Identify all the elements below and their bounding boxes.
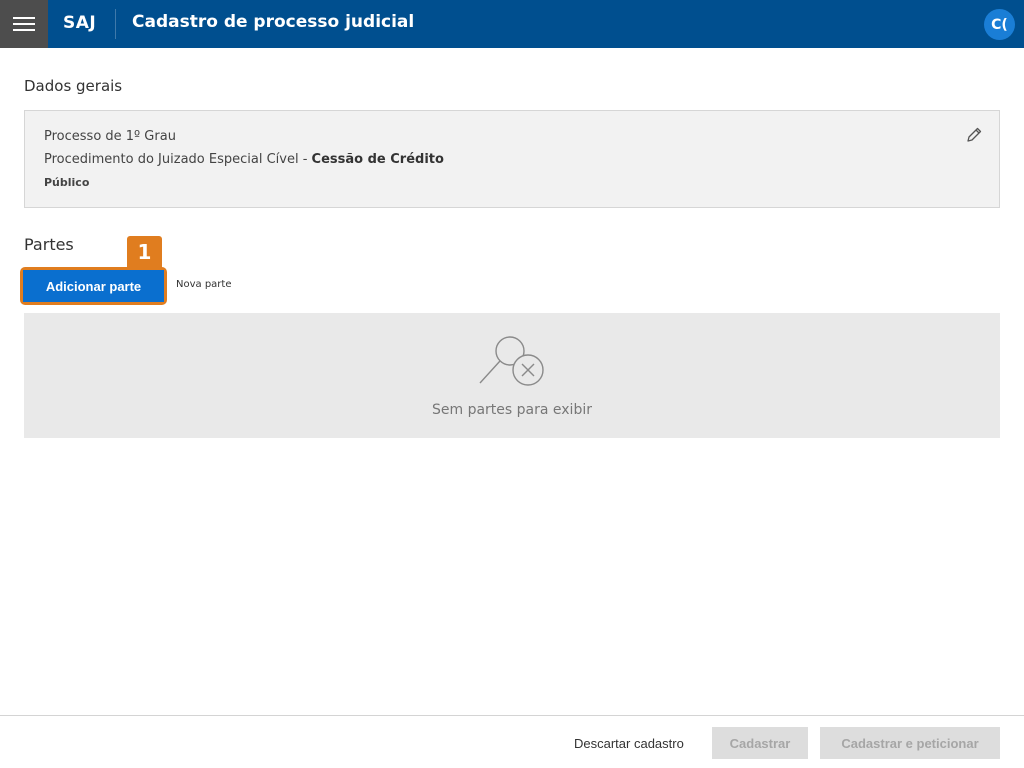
brand-logo[interactable]: SAJ — [63, 13, 96, 33]
partes-heading: Partes — [24, 235, 74, 254]
hamburger-menu-icon[interactable] — [0, 0, 48, 48]
footer-actions: Descartar cadastro Cadastrar Cadastrar e… — [0, 715, 1024, 768]
add-party-button[interactable]: Adicionar parte — [23, 270, 164, 302]
brand-divider — [115, 9, 116, 39]
dados-gerais-heading: Dados gerais — [24, 77, 123, 95]
pencil-icon[interactable] — [965, 126, 983, 144]
search-no-results-icon — [479, 336, 544, 386]
register-and-petition-button[interactable]: Cadastrar e peticionar — [820, 727, 1000, 759]
page-title: Cadastro de processo judicial — [132, 12, 415, 32]
procedure-subject: Cessão de Crédito — [311, 152, 444, 167]
dados-gerais-card: Processo de 1º Grau Procedimento do Juiz… — [24, 110, 1000, 208]
process-instance: Processo de 1º Grau — [44, 129, 176, 144]
register-button[interactable]: Cadastrar — [712, 727, 808, 759]
add-party-hint: Nova parte — [176, 279, 232, 290]
empty-message: Sem partes para exibir — [432, 402, 592, 418]
parties-empty-state: Sem partes para exibir — [24, 313, 1000, 438]
top-bar: SAJ Cadastro de processo judicial C( — [0, 0, 1024, 48]
step-badge: 1 — [127, 236, 162, 268]
process-visibility: Público — [44, 176, 90, 189]
add-party-highlight: Adicionar parte — [20, 267, 167, 305]
user-avatar[interactable]: C( — [984, 9, 1015, 40]
procedure-class: Procedimento do Juizado Especial Cível - — [44, 152, 312, 167]
process-procedure: Procedimento do Juizado Especial Cível -… — [44, 152, 444, 167]
discard-button[interactable]: Descartar cadastro — [566, 727, 692, 759]
